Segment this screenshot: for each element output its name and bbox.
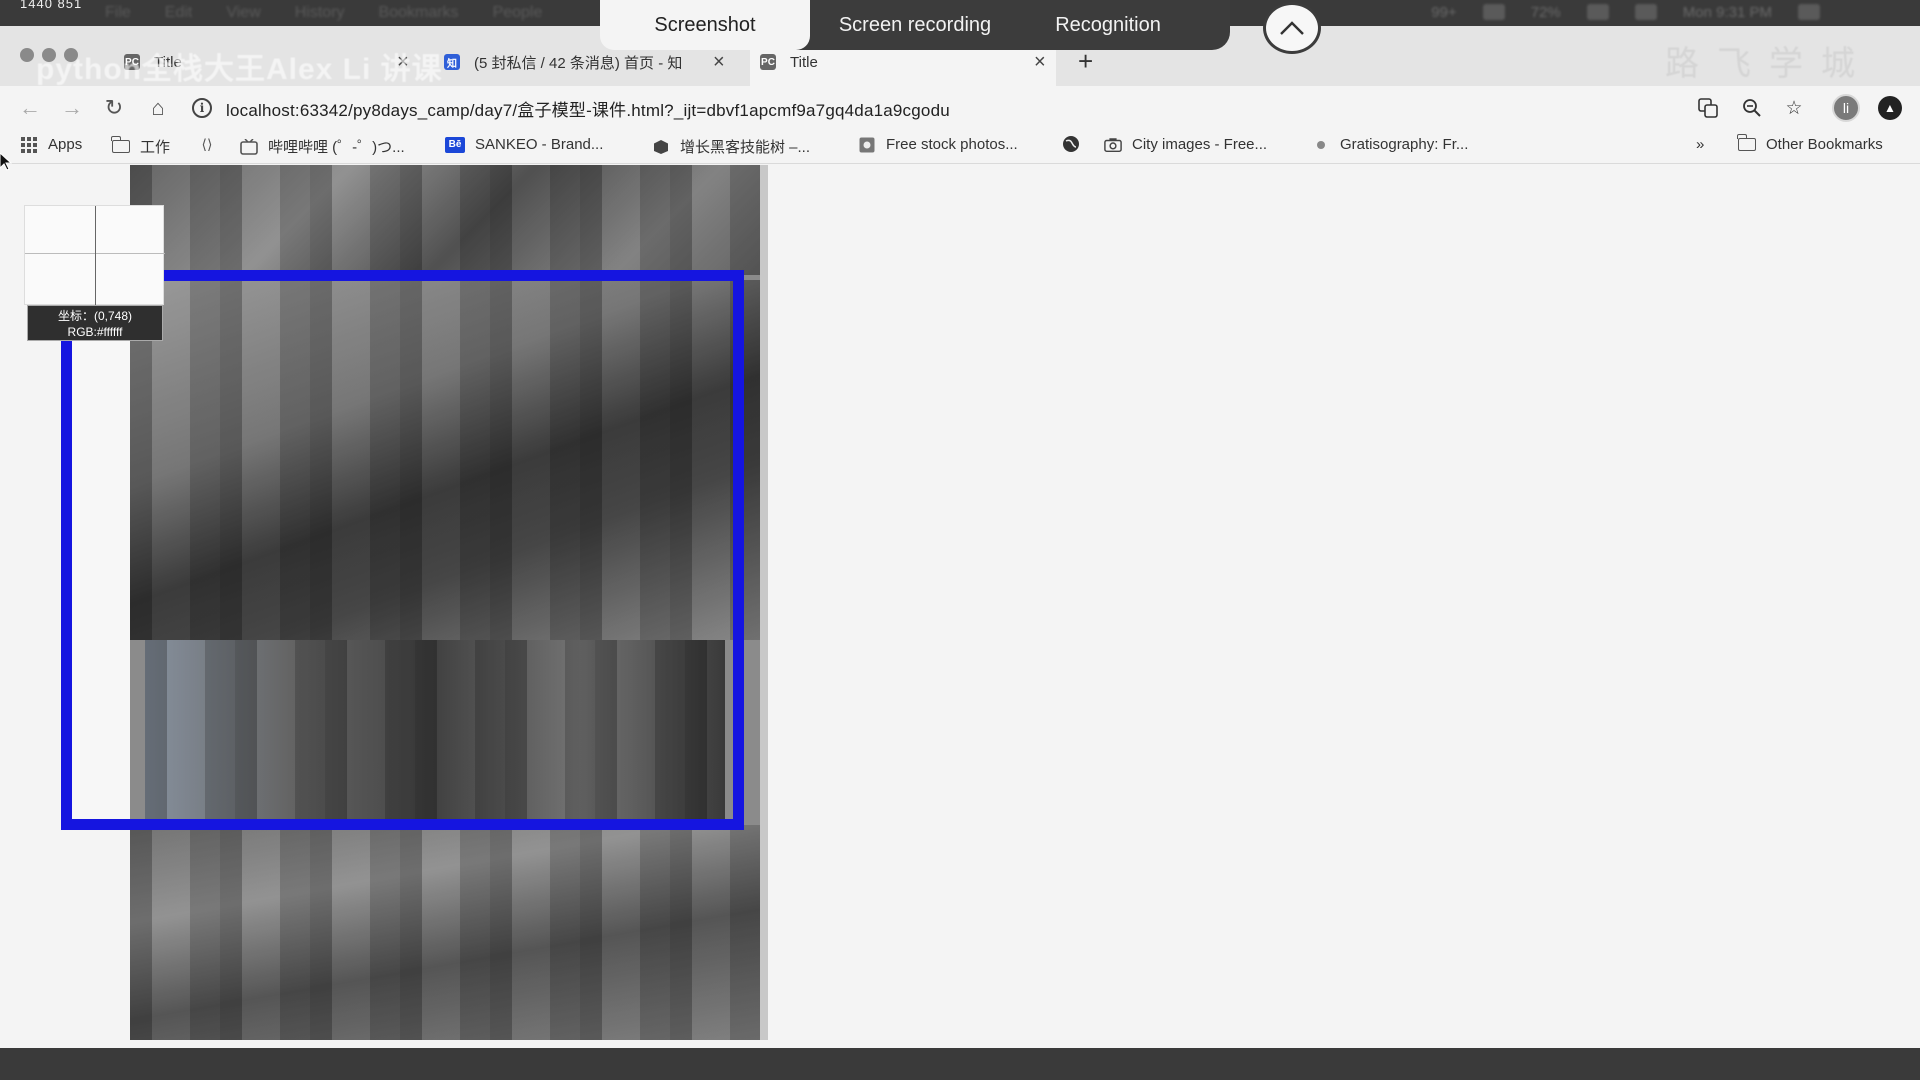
capture-selection-box[interactable] [61,270,744,830]
bookmark-gratisography[interactable]: Gratisography: Fr... [1312,136,1468,153]
menu-item-file[interactable]: File [105,4,131,22]
reload-icon[interactable]: ↻ [100,94,128,122]
bookmark-label: 哔哩哔哩 (゜-゜)つ... [268,139,405,156]
chevron-up-icon [1280,21,1304,35]
close-icon[interactable]: × [713,51,725,74]
star-icon[interactable]: ☆ [1782,96,1806,120]
dot-icon [1312,137,1330,153]
menu-item-history[interactable]: History [295,4,345,22]
window-minimize-button[interactable] [42,48,56,62]
bookmark-label: Apps [48,136,83,153]
bookmark-apps[interactable]: Apps [20,136,82,153]
camera-icon [1104,137,1122,153]
pycharm-icon: PC [760,54,776,70]
bookmark-label: City images - Free... [1132,136,1268,153]
bookmarks-overflow-button[interactable]: » [1696,136,1704,153]
bookmark-globe[interactable] [1062,136,1090,152]
capture-toolbar: Screenshot Screen recording Recognition [600,0,1230,50]
menu-item-view[interactable]: View [226,4,260,22]
bookmark-label: 工作 [140,139,171,156]
close-icon[interactable]: × [1034,51,1046,74]
notification-count[interactable]: 99+ [1431,4,1456,21]
zoom-icon[interactable] [1740,96,1764,120]
screen-dimensions: 1440 851 [20,0,83,11]
photo-top [130,165,760,275]
home-icon[interactable]: ⌂ [144,94,172,122]
translate-icon[interactable] [1696,96,1720,120]
page-viewport: 坐标：(0,748) RGB:#ffffff [0,153,1920,1050]
screenshot-button[interactable]: Screenshot [600,0,810,50]
recognition-button[interactable]: Recognition [1020,0,1196,50]
folder-icon [111,136,130,155]
new-tab-button[interactable]: + [1078,48,1093,74]
bookmark-sankeo[interactable]: Bē SANKEO - Brand... [445,136,603,153]
bookmark-label: Free stock photos... [886,136,1018,153]
tab-label: Title [154,53,182,71]
coordinate-label: 坐标：(0,748) [57,309,133,323]
image-icon [858,137,876,153]
profile-avatar[interactable]: li [1832,94,1860,122]
bookmark-label: Other Bookmarks [1766,136,1883,153]
pycharm-icon: PC [124,54,140,70]
collapse-toolbar-button[interactable] [1263,2,1321,54]
bookmark-code[interactable]: ⟨⟩ [198,136,226,152]
zhihu-icon: 知 [444,54,460,70]
tab-label: Title [790,53,818,71]
menu-items: File Edit View History Bookmarks People [105,4,542,22]
info-icon[interactable]: i [192,98,212,118]
bookmarks-bar: Apps 工作 ⟨⟩ 哔哩哔哩 (゜-゜)つ... Bē SANKEO - Br… [0,130,1920,164]
code-icon: ⟨⟩ [201,135,213,152]
tv-icon [240,138,258,155]
screen: 1440 851 File Edit View History Bookmark… [0,0,1920,1080]
url-text[interactable]: localhost:63342/py8days_camp/day7/盒子模型-课… [226,96,950,121]
bookmark-folder-work[interactable]: 工作 [111,136,171,157]
bookmark-label: 增长黑客技能树 –... [680,139,811,156]
battery-icon[interactable] [1586,4,1609,20]
behance-icon: Bē [445,136,465,153]
crosshair-vertical [95,206,96,306]
window-close-button[interactable] [20,48,34,62]
folder-icon [1737,134,1756,153]
dock-bar [0,1048,1920,1080]
photo-bottom [130,825,760,1040]
screen-recording-button[interactable]: Screen recording [810,0,1020,50]
bookmark-label: SANKEO - Brand... [475,136,604,153]
capture-magnifier [24,205,165,306]
box-icon [652,139,670,155]
bookmark-other[interactable]: Other Bookmarks [1737,134,1883,153]
update-icon[interactable]: ▲ [1878,96,1902,120]
rgb-label: RGB:#ffffff [67,325,123,339]
globe-icon [1062,136,1080,152]
spotlight-icon[interactable] [1798,4,1820,20]
menu-status-area: 99+ 72% Mon 9:31 PM [1431,4,1820,21]
menu-item-bookmarks[interactable]: Bookmarks [379,4,459,22]
tab-label: (5 封私信 / 42 条消息) 首页 - 知 [474,54,683,72]
forward-arrow-icon[interactable]: → [58,94,86,122]
window-zoom-button[interactable] [64,48,78,62]
bookmark-growth-hacker[interactable]: 增长黑客技能树 –... [652,136,810,157]
battery-status[interactable]: 72% [1531,4,1561,21]
clock[interactable]: Mon 9:31 PM [1683,4,1772,21]
menu-item-people[interactable]: People [493,4,543,22]
volume-icon[interactable] [1482,4,1505,20]
overflow-chevron: » [1696,136,1705,153]
back-arrow-icon[interactable]: ← [16,94,44,122]
cursor-icon [0,153,12,171]
browser-toolbar: ← → ↻ ⌂ i localhost:63342/py8days_camp/d… [0,86,1920,130]
coordinate-tooltip: 坐标：(0,748) RGB:#ffffff [27,305,163,341]
flag-icon[interactable] [1634,4,1657,20]
menu-item-edit[interactable]: Edit [165,4,193,22]
bookmark-label: Gratisography: Fr... [1340,136,1469,153]
bookmark-bilibili[interactable]: 哔哩哔哩 (゜-゜)つ... [240,136,405,157]
apps-grid-icon [20,136,38,153]
tab-title-1[interactable]: PC Title × [100,38,420,86]
bookmark-city-images[interactable]: City images - Free... [1104,136,1267,153]
bookmark-free-stock-photos[interactable]: Free stock photos... [858,136,1018,153]
address-bar[interactable]: i localhost:63342/py8days_camp/day7/盒子模型… [192,90,1642,126]
close-icon[interactable]: × [397,51,409,74]
